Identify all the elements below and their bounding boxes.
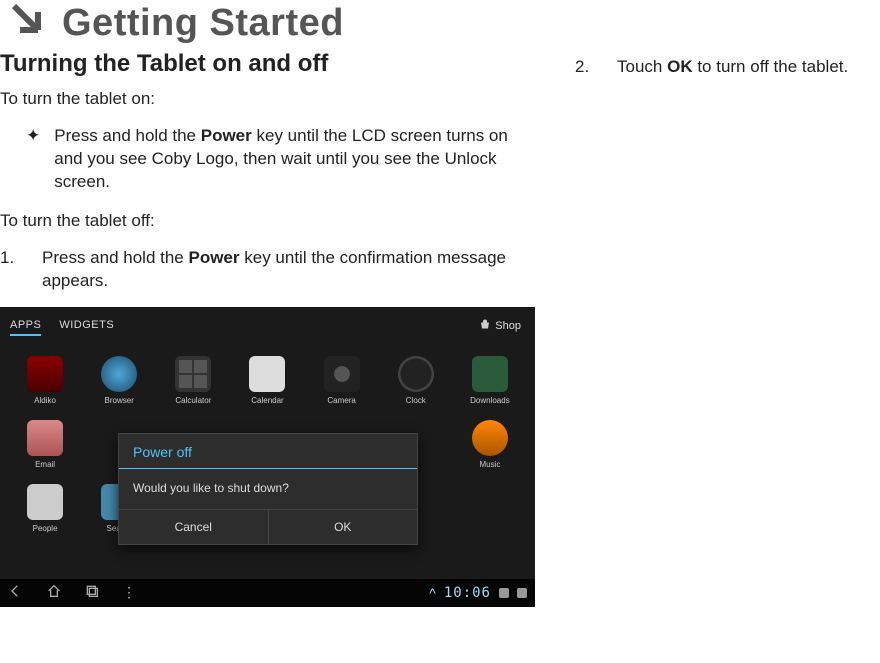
nav-right: ^ 10:06 <box>429 585 527 601</box>
tab-widgets[interactable]: WIDGETS <box>59 319 114 336</box>
nav-bar: ⋮ ^ 10:06 <box>0 579 535 607</box>
step-1-number: 1. <box>0 247 24 293</box>
back-icon[interactable] <box>8 583 24 602</box>
step-2: 2. Touch OK to turn off the tablet. <box>575 56 880 79</box>
app-aldiko[interactable]: Aldiko <box>8 349 82 413</box>
app-calendar[interactable]: Calendar <box>230 349 304 413</box>
recents-icon[interactable] <box>84 583 100 602</box>
app-email[interactable]: Email <box>8 413 82 477</box>
app-calculator[interactable]: Calculator <box>156 349 230 413</box>
left-column: Turning the Tablet on and off To turn th… <box>0 50 535 607</box>
right-column: 2. Touch OK to turn off the tablet. <box>575 50 880 607</box>
app-clock[interactable]: Clock <box>379 349 453 413</box>
app-browser[interactable]: Browser <box>82 349 156 413</box>
clock: 10:06 <box>444 585 491 601</box>
home-icon[interactable] <box>46 583 62 602</box>
step-1: 1. Press and hold the Power key until th… <box>0 247 535 293</box>
cancel-button[interactable]: Cancel <box>119 510 269 544</box>
chapter-title: Getting Started <box>62 2 344 45</box>
plus-bullet-icon: ✦ <box>26 125 40 194</box>
battery-icon <box>517 588 527 598</box>
dialog-buttons: Cancel OK <box>119 509 417 544</box>
step-2-number: 2. <box>575 56 599 79</box>
app-people[interactable]: People <box>8 477 82 541</box>
shop-link[interactable]: Shop <box>479 319 521 334</box>
intro-off: To turn the tablet off: <box>0 210 535 233</box>
section-title: Turning the Tablet on and off <box>0 50 535 78</box>
dialog-message: Would you like to shut down? <box>119 469 417 509</box>
app-placeholder-3-7 <box>453 477 527 541</box>
caret-up-icon[interactable]: ^ <box>429 585 436 601</box>
tab-apps[interactable]: APPS <box>10 319 41 336</box>
app-camera[interactable]: Camera <box>305 349 379 413</box>
menu-icon[interactable]: ⋮ <box>122 584 136 601</box>
signal-icon <box>499 588 509 598</box>
nav-left: ⋮ <box>8 583 136 602</box>
arrow-down-right-icon <box>8 0 44 46</box>
power-off-dialog: Power off Would you like to shut down? C… <box>118 433 418 545</box>
app-music[interactable]: Music <box>453 413 527 477</box>
bullet-on: ✦ Press and hold the Power key until the… <box>26 125 535 194</box>
screenshot-tabs: APPS WIDGETS <box>10 319 114 336</box>
ok-button[interactable]: OK <box>269 510 418 544</box>
step-1-text: Press and hold the Power key until the c… <box>42 247 535 293</box>
app-downloads[interactable]: Downloads <box>453 349 527 413</box>
step-2-text: Touch OK to turn off the tablet. <box>617 56 848 79</box>
tablet-screenshot: APPS WIDGETS Shop Aldiko Browser Calcula… <box>0 307 535 607</box>
intro-on: To turn the tablet on: <box>0 88 535 111</box>
dialog-title: Power off <box>119 434 417 469</box>
shop-icon <box>479 319 491 334</box>
bullet-on-text: Press and hold the Power key until the L… <box>54 125 535 194</box>
chapter-header: Getting Started <box>0 0 880 50</box>
